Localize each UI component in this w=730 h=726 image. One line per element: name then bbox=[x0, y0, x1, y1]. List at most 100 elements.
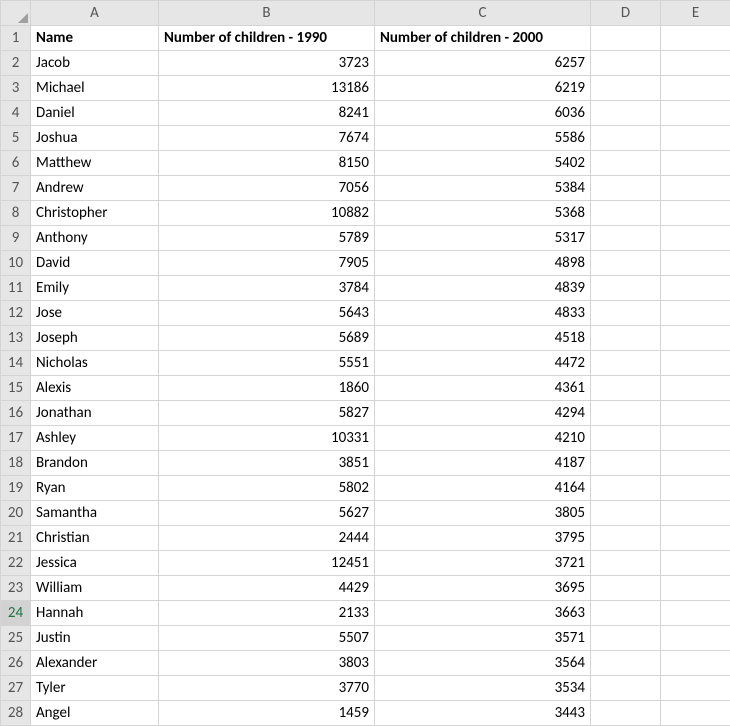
cell[interactable]: 4518 bbox=[375, 326, 591, 351]
cell[interactable] bbox=[591, 176, 661, 201]
col-header-B[interactable]: B bbox=[159, 1, 375, 26]
cell[interactable] bbox=[661, 426, 730, 451]
row-header[interactable]: 26 bbox=[1, 651, 31, 676]
row-header[interactable]: 9 bbox=[1, 226, 31, 251]
cell[interactable] bbox=[661, 651, 730, 676]
row-header[interactable]: 14 bbox=[1, 351, 31, 376]
cell[interactable] bbox=[591, 101, 661, 126]
cell[interactable] bbox=[591, 26, 661, 51]
row-header[interactable]: 11 bbox=[1, 276, 31, 301]
cell[interactable]: 4210 bbox=[375, 426, 591, 451]
cell[interactable]: Matthew bbox=[31, 151, 159, 176]
cell[interactable] bbox=[661, 401, 730, 426]
row-header[interactable]: 5 bbox=[1, 126, 31, 151]
cell[interactable]: 5689 bbox=[159, 326, 375, 351]
cell[interactable] bbox=[661, 301, 730, 326]
row-header[interactable]: 1 bbox=[1, 26, 31, 51]
cell[interactable] bbox=[661, 326, 730, 351]
cell[interactable] bbox=[661, 551, 730, 576]
cell[interactable] bbox=[591, 301, 661, 326]
cell[interactable] bbox=[661, 626, 730, 651]
cell[interactable]: 10331 bbox=[159, 426, 375, 451]
cell[interactable]: Number of children - 2000 bbox=[375, 26, 591, 51]
cell[interactable]: 10882 bbox=[159, 201, 375, 226]
cell[interactable]: 5551 bbox=[159, 351, 375, 376]
row-header[interactable]: 22 bbox=[1, 551, 31, 576]
cell[interactable]: Ryan bbox=[31, 476, 159, 501]
cell[interactable]: Joseph bbox=[31, 326, 159, 351]
cell[interactable]: Justin bbox=[31, 626, 159, 651]
cell[interactable] bbox=[661, 26, 730, 51]
cell[interactable]: Ashley bbox=[31, 426, 159, 451]
row-header[interactable]: 17 bbox=[1, 426, 31, 451]
row-header[interactable]: 12 bbox=[1, 301, 31, 326]
cell[interactable] bbox=[661, 276, 730, 301]
cell[interactable] bbox=[591, 126, 661, 151]
cell[interactable] bbox=[661, 226, 730, 251]
cell[interactable]: 5827 bbox=[159, 401, 375, 426]
cell[interactable]: 3851 bbox=[159, 451, 375, 476]
row-header[interactable]: 21 bbox=[1, 526, 31, 551]
cell[interactable] bbox=[591, 551, 661, 576]
cell[interactable]: 5802 bbox=[159, 476, 375, 501]
cell[interactable]: 3803 bbox=[159, 651, 375, 676]
cell[interactable]: Nicholas bbox=[31, 351, 159, 376]
cell[interactable]: Samantha bbox=[31, 501, 159, 526]
col-header-C[interactable]: C bbox=[375, 1, 591, 26]
cell[interactable] bbox=[591, 651, 661, 676]
cell[interactable]: 3805 bbox=[375, 501, 591, 526]
cell[interactable]: 5368 bbox=[375, 201, 591, 226]
col-header-A[interactable]: A bbox=[31, 1, 159, 26]
cell[interactable]: 3534 bbox=[375, 676, 591, 701]
cell[interactable] bbox=[591, 151, 661, 176]
cell[interactable]: 4429 bbox=[159, 576, 375, 601]
cell[interactable] bbox=[591, 376, 661, 401]
cell[interactable]: 4164 bbox=[375, 476, 591, 501]
cell[interactable] bbox=[661, 51, 730, 76]
cell[interactable] bbox=[591, 501, 661, 526]
cell[interactable]: Michael bbox=[31, 76, 159, 101]
cell[interactable]: Emily bbox=[31, 276, 159, 301]
cell[interactable]: Angel bbox=[31, 701, 159, 726]
cell[interactable]: 4187 bbox=[375, 451, 591, 476]
row-header[interactable]: 27 bbox=[1, 676, 31, 701]
cell[interactable] bbox=[591, 76, 661, 101]
cell[interactable]: 4833 bbox=[375, 301, 591, 326]
row-header[interactable]: 28 bbox=[1, 701, 31, 726]
cell[interactable] bbox=[591, 201, 661, 226]
cell[interactable] bbox=[661, 601, 730, 626]
row-header[interactable]: 23 bbox=[1, 576, 31, 601]
cell[interactable]: 5507 bbox=[159, 626, 375, 651]
cell[interactable] bbox=[591, 401, 661, 426]
cell[interactable]: 3721 bbox=[375, 551, 591, 576]
cell[interactable] bbox=[661, 76, 730, 101]
row-header[interactable]: 25 bbox=[1, 626, 31, 651]
cell[interactable] bbox=[591, 251, 661, 276]
row-header[interactable]: 4 bbox=[1, 101, 31, 126]
cell[interactable] bbox=[661, 676, 730, 701]
cell[interactable]: Jonathan bbox=[31, 401, 159, 426]
row-header[interactable]: 8 bbox=[1, 201, 31, 226]
cell[interactable] bbox=[591, 351, 661, 376]
cell[interactable]: Alexander bbox=[31, 651, 159, 676]
cell[interactable]: 2444 bbox=[159, 526, 375, 551]
cell[interactable]: Number of children - 1990 bbox=[159, 26, 375, 51]
cell[interactable]: 3663 bbox=[375, 601, 591, 626]
cell[interactable] bbox=[661, 126, 730, 151]
cell[interactable]: Christopher bbox=[31, 201, 159, 226]
cell[interactable]: 13186 bbox=[159, 76, 375, 101]
cell[interactable]: 6219 bbox=[375, 76, 591, 101]
cell[interactable] bbox=[661, 451, 730, 476]
cell[interactable] bbox=[661, 476, 730, 501]
cell[interactable]: 5317 bbox=[375, 226, 591, 251]
cell[interactable]: 2133 bbox=[159, 601, 375, 626]
cell[interactable]: William bbox=[31, 576, 159, 601]
cell[interactable] bbox=[661, 351, 730, 376]
cell[interactable] bbox=[591, 701, 661, 726]
cell[interactable]: 5789 bbox=[159, 226, 375, 251]
cell[interactable] bbox=[591, 276, 661, 301]
cell[interactable]: 5643 bbox=[159, 301, 375, 326]
cell[interactable] bbox=[661, 151, 730, 176]
cell[interactable]: Joshua bbox=[31, 126, 159, 151]
cell[interactable]: 4361 bbox=[375, 376, 591, 401]
